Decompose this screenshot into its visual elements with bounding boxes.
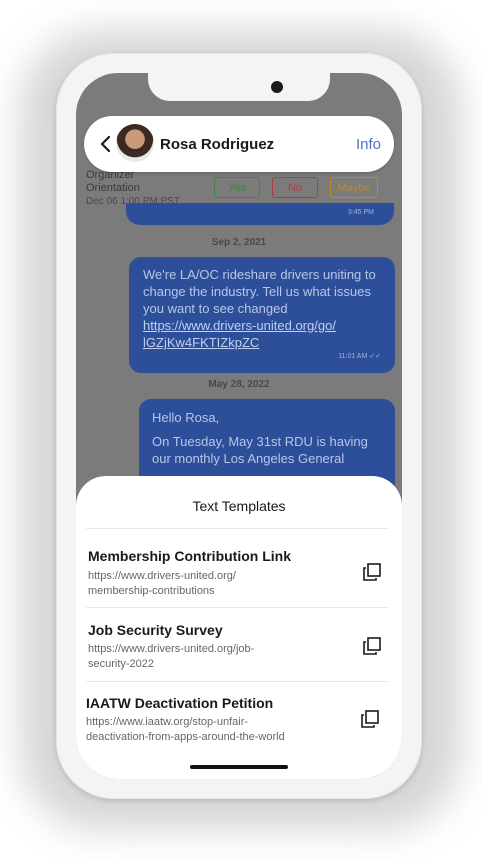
message-bubble: We're LA/OC rideshare drivers uniting to… — [129, 257, 395, 373]
template-name: Membership Contribution Link — [88, 548, 291, 564]
chat-header: Rosa Rodriguez Info — [84, 116, 394, 172]
message-time: 11:01 AM ✓✓ — [338, 353, 381, 360]
template-url: https://www.drivers-united.org/membershi… — [88, 570, 236, 597]
rsvp-no-button[interactable]: No — [272, 177, 318, 198]
info-button[interactable]: Info — [356, 136, 381, 153]
message-link[interactable]: https://www.drivers-united.org/go/lGZjKw… — [143, 318, 336, 350]
message-bubble-previous: 3:45 PM — [126, 203, 394, 225]
message-greeting: Hello Rosa, — [152, 410, 220, 425]
rsvp-yes-button[interactable]: Yes — [214, 177, 260, 198]
template-name: IAATW Deactivation Petition — [86, 695, 274, 711]
avatar[interactable] — [116, 124, 154, 162]
template-url: https://www.iaatw.org/stop-unfair-deacti… — [86, 716, 285, 743]
contact-name: Rosa Rodriguez — [160, 136, 275, 153]
event-title-line2: Orientation — [86, 182, 140, 194]
copy-icon[interactable] — [362, 636, 382, 656]
date-separator: May 28, 2022 — [208, 379, 270, 390]
message-text: We're LA/OC rideshare drivers uniting to… — [143, 267, 376, 316]
copy-icon[interactable] — [362, 562, 382, 582]
chevron-left-icon[interactable] — [96, 134, 116, 154]
rsvp-maybe-button[interactable]: Maybe — [330, 177, 378, 198]
divider — [86, 528, 388, 529]
template-url: https://www.drivers-united.org/job-secur… — [88, 643, 255, 670]
camera-icon — [271, 81, 283, 93]
home-indicator[interactable] — [190, 765, 288, 769]
sheet-title: Text Templates — [192, 498, 286, 514]
notch — [148, 73, 330, 101]
template-name: Job Security Survey — [88, 622, 223, 638]
date-separator: Sep 2, 2021 — [211, 237, 267, 248]
divider — [86, 681, 388, 682]
message-time: 3:45 PM — [347, 209, 374, 216]
divider — [86, 607, 388, 608]
copy-icon[interactable] — [360, 709, 380, 729]
text-templates-sheet: Text Templates Membership Contribution L… — [76, 476, 402, 779]
message-text: On Tuesday, May 31st RDU is having our m… — [152, 434, 368, 466]
